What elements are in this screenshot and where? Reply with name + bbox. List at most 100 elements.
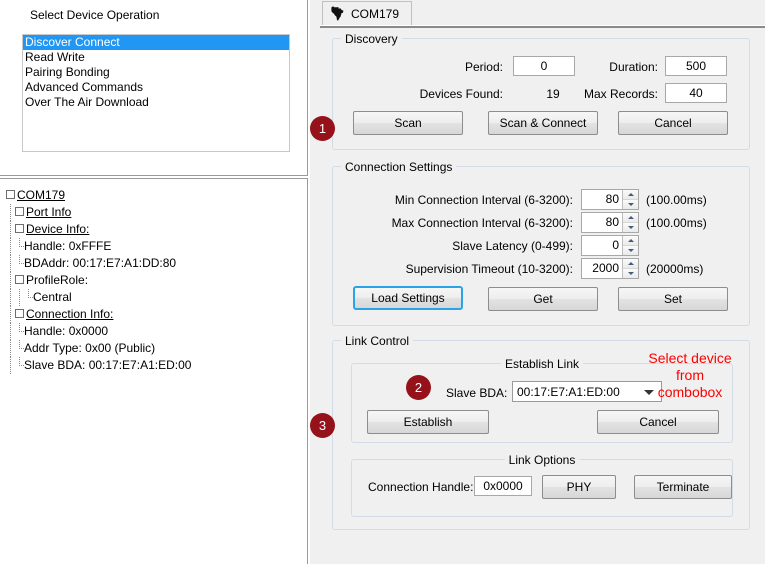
- tree-node-addr-type[interactable]: Addr Type: 0x00 (Public): [6, 340, 307, 357]
- spinner-buttons[interactable]: [622, 190, 638, 209]
- tree-line: [6, 323, 15, 340]
- tree-node-bdaddr[interactable]: BDAddr: 00:17:E7:A1:DD:80: [6, 255, 307, 272]
- slave-latency-spinner[interactable]: 0: [581, 235, 639, 256]
- tree-node-label: Handle: 0xFFFE: [24, 238, 111, 255]
- min-connection-interval-spinner[interactable]: 80: [581, 189, 639, 210]
- scan-button[interactable]: Scan: [353, 111, 463, 135]
- combobox-annotation-note: Select device from combobox: [615, 350, 765, 401]
- duration-label: Duration:: [548, 60, 658, 74]
- panel-splitter[interactable]: [310, 0, 320, 564]
- spinner-down-button[interactable]: [623, 200, 638, 209]
- tree-line: [15, 357, 24, 374]
- spinner-up-button[interactable]: [623, 213, 638, 223]
- spinner-up-button[interactable]: [623, 236, 638, 246]
- establish-button[interactable]: Establish: [367, 410, 489, 434]
- max-records-input[interactable]: 40: [665, 83, 727, 103]
- scan-and-connect-button[interactable]: Scan & Connect: [488, 111, 598, 135]
- supervision-timeout-value[interactable]: 2000: [582, 259, 622, 278]
- tree-line: [6, 306, 15, 323]
- min-connection-interval-value[interactable]: 80: [582, 190, 622, 209]
- callout-badge-1: 1: [310, 116, 335, 141]
- tree-node-label: Slave BDA: 00:17:E7:A1:ED:00: [24, 357, 191, 374]
- device-operation-listbox[interactable]: Discover Connect Read Write Pairing Bond…: [22, 34, 290, 152]
- tree-line: [6, 204, 15, 221]
- establish-link-legend: Establish Link: [501, 357, 583, 371]
- tree-node-label: ProfileRole:: [26, 272, 88, 289]
- tree-line: [6, 238, 15, 255]
- texas-instruments-logo-icon: [329, 6, 345, 22]
- slave-latency-label: Slave Latency (0-499):: [348, 239, 573, 253]
- tree-node-slave-bda[interactable]: Slave BDA: 00:17:E7:A1:ED:00: [6, 357, 307, 374]
- tree-node-device-info[interactable]: Device Info:: [6, 221, 307, 238]
- phy-button[interactable]: PHY: [542, 475, 616, 499]
- list-item-read-write[interactable]: Read Write: [23, 50, 289, 65]
- max-connection-interval-value[interactable]: 80: [582, 213, 622, 232]
- terminate-button[interactable]: Terminate: [634, 475, 732, 499]
- supervision-timeout-spinner[interactable]: 2000: [581, 258, 639, 279]
- spinner-buttons[interactable]: [622, 213, 638, 232]
- link-control-cancel-button[interactable]: Cancel: [597, 410, 719, 434]
- device-info-treeview[interactable]: COM179 Port Info Device Info: Handle: 0x…: [0, 178, 308, 564]
- slave-latency-value[interactable]: 0: [582, 236, 622, 255]
- tree-line: [15, 255, 24, 272]
- list-item-advanced-commands[interactable]: Advanced Commands: [23, 80, 289, 95]
- link-options-legend: Link Options: [505, 453, 580, 467]
- tree-node-connection-info[interactable]: Connection Info:: [6, 306, 307, 323]
- list-item-pairing-bonding[interactable]: Pairing Bonding: [23, 65, 289, 80]
- arrow-down-icon: [628, 203, 634, 206]
- devices-found-label: Devices Found:: [353, 87, 503, 101]
- spinner-up-button[interactable]: [623, 190, 638, 200]
- list-item-over-the-air-download[interactable]: Over The Air Download: [23, 95, 289, 110]
- spinner-up-button[interactable]: [623, 259, 638, 269]
- spinner-down-button[interactable]: [623, 223, 638, 232]
- link-options-groupbox: Link Options Connection Handle: 0x0000 P…: [351, 459, 733, 517]
- connection-settings-groupbox: Connection Settings Min Connection Inter…: [332, 166, 750, 326]
- max-records-label: Max Records:: [538, 87, 658, 101]
- set-button[interactable]: Set: [618, 287, 728, 311]
- select-device-operation-label: Select Device Operation: [30, 8, 159, 22]
- duration-input[interactable]: 500: [665, 56, 727, 76]
- tree-line: [6, 289, 15, 306]
- connection-handle-input[interactable]: 0x0000: [474, 476, 532, 496]
- tree-line: [6, 357, 15, 374]
- get-button[interactable]: Get: [488, 287, 598, 311]
- expander-icon[interactable]: [15, 207, 24, 216]
- tree-line: [6, 255, 15, 272]
- spinner-down-button[interactable]: [623, 246, 638, 255]
- tree-node-profilerole[interactable]: ProfileRole:: [6, 272, 307, 289]
- expander-icon[interactable]: [15, 224, 24, 233]
- spinner-buttons[interactable]: [622, 259, 638, 278]
- expander-icon[interactable]: [15, 309, 24, 318]
- supervision-timeout-suffix: (20000ms): [646, 262, 703, 276]
- expander-icon[interactable]: [15, 275, 24, 284]
- tree-line: [15, 289, 24, 306]
- tree-line: [15, 340, 24, 357]
- max-connection-interval-label: Max Connection Interval (6-3200):: [348, 216, 573, 230]
- load-settings-button[interactable]: Load Settings: [353, 286, 463, 310]
- discovery-cancel-button[interactable]: Cancel: [618, 111, 728, 135]
- tree-node-central[interactable]: Central: [6, 289, 307, 306]
- min-connection-interval-suffix: (100.00ms): [646, 193, 707, 207]
- spinner-down-button[interactable]: [623, 269, 638, 278]
- arrow-down-icon: [628, 226, 634, 229]
- max-connection-interval-suffix: (100.00ms): [646, 216, 707, 230]
- tree-node-handle-0000[interactable]: Handle: 0x0000: [6, 323, 307, 340]
- max-connection-interval-spinner[interactable]: 80: [581, 212, 639, 233]
- tree-node-label: Handle: 0x0000: [24, 323, 108, 340]
- tree-node-com179[interactable]: COM179: [6, 187, 307, 204]
- expander-icon[interactable]: [6, 190, 15, 199]
- spinner-buttons[interactable]: [622, 236, 638, 255]
- tab-com179[interactable]: COM179: [322, 1, 412, 25]
- list-item-discover-connect[interactable]: Discover Connect: [23, 35, 289, 50]
- tree-line: [24, 289, 33, 306]
- tree-node-port-info[interactable]: Port Info: [6, 204, 307, 221]
- arrow-up-icon: [628, 193, 634, 196]
- tree-node-label: BDAddr: 00:17:E7:A1:DD:80: [24, 255, 176, 272]
- tab-label: COM179: [351, 7, 399, 21]
- arrow-up-icon: [628, 239, 634, 242]
- tree-node-handle-fffe[interactable]: Handle: 0xFFFE: [6, 238, 307, 255]
- slave-bda-value: 00:17:E7:A1:ED:00: [517, 385, 620, 399]
- arrow-up-icon: [628, 262, 634, 265]
- tree-line: [15, 238, 24, 255]
- min-connection-interval-label: Min Connection Interval (6-3200):: [348, 193, 573, 207]
